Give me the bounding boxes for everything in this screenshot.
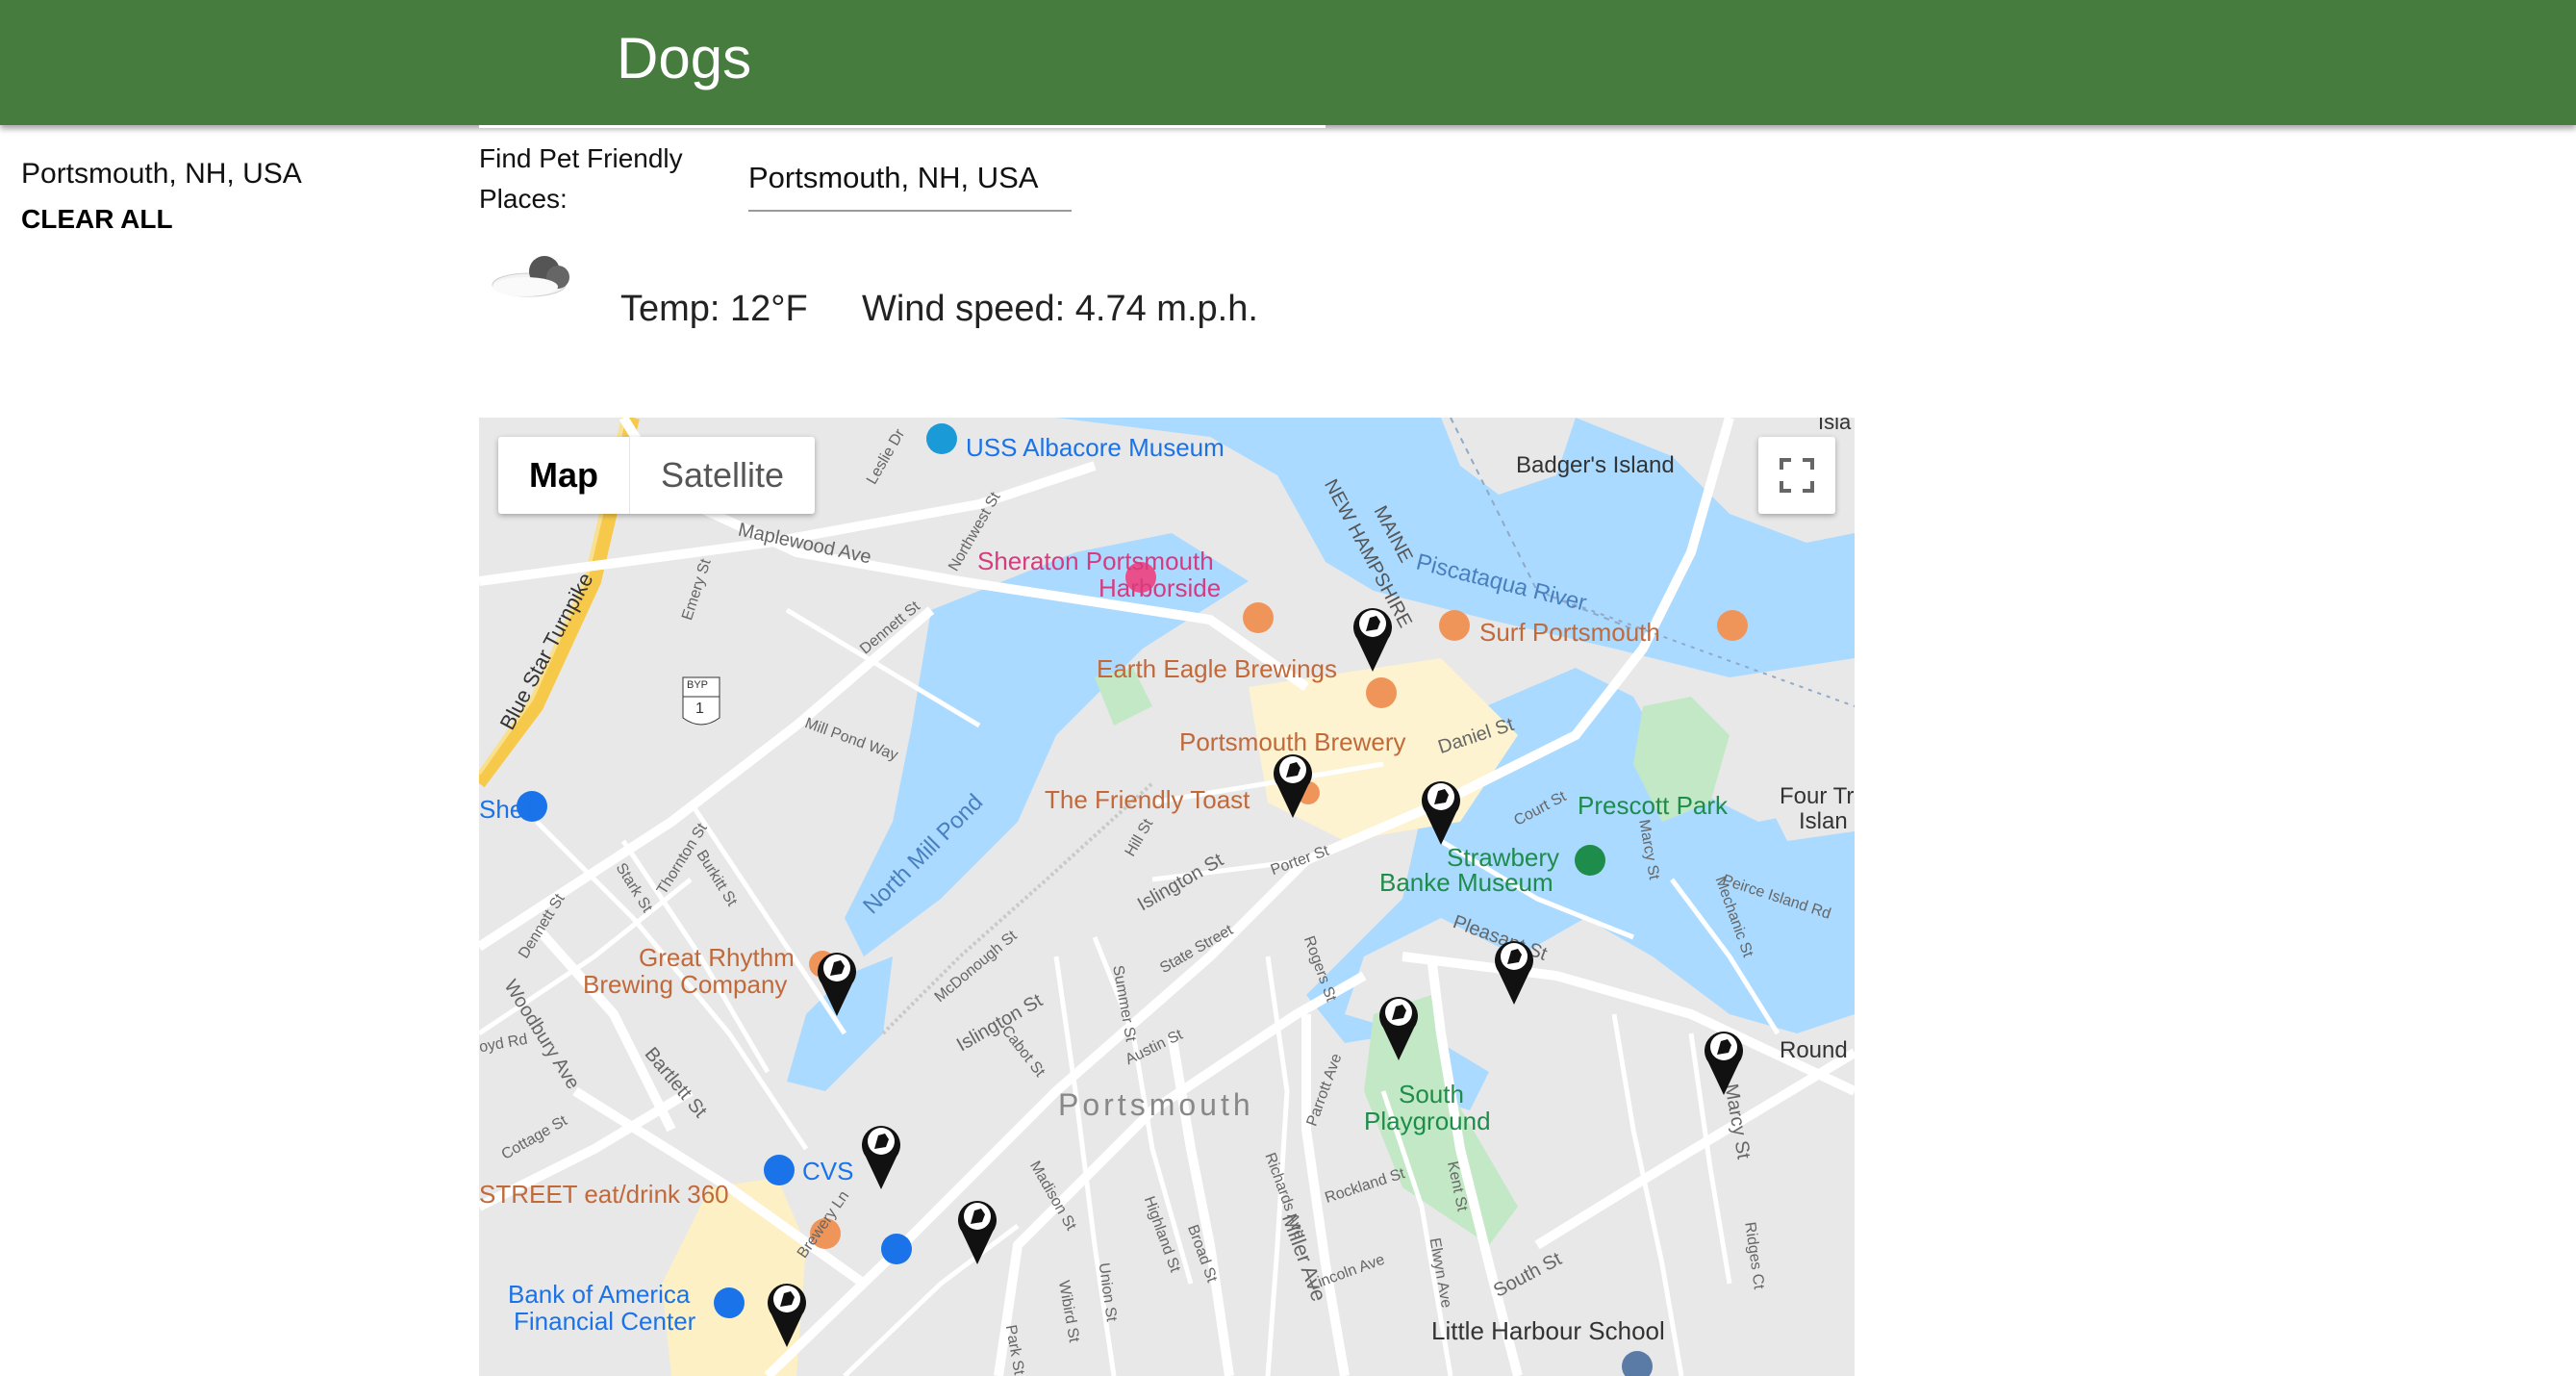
- clear-all-button[interactable]: CLEAR ALL: [21, 204, 302, 235]
- search-label: Find Pet Friendly Places:: [479, 143, 683, 214]
- poi-shell[interactable]: Shell: [479, 795, 535, 825]
- poi-south-playground-2[interactable]: Playground: [1364, 1107, 1491, 1136]
- sidebar: Portsmouth, NH, USA CLEAR ALL: [21, 158, 302, 235]
- label-byp: BYP: [687, 679, 709, 691]
- label-four-tree-1: Four Tr: [1780, 783, 1855, 809]
- poi-strawbery-2[interactable]: Banke Museum: [1379, 868, 1553, 898]
- poi-cvs[interactable]: CVS: [802, 1157, 853, 1186]
- dog-place-pin[interactable]: [1491, 933, 1537, 1007]
- dog-place-pin[interactable]: [814, 945, 860, 1018]
- temperature-text: Temp: 12°F: [620, 289, 808, 329]
- dog-place-pin[interactable]: [1376, 989, 1422, 1062]
- poi-street-eat[interactable]: STREET eat/drink 360: [479, 1180, 729, 1210]
- poi-sheraton-1[interactable]: Sheraton Portsmouth: [977, 547, 1214, 576]
- label-badgers-island: Badger's Island: [1516, 452, 1675, 478]
- poi-earth-eagle-brewings[interactable]: Earth Eagle Brewings: [1097, 654, 1337, 684]
- location-search-input[interactable]: [748, 146, 1072, 212]
- poi-boa-2[interactable]: Financial Center: [514, 1307, 695, 1337]
- app-header: Dogs: [0, 0, 2576, 125]
- dog-place-pin[interactable]: [1418, 774, 1464, 847]
- dog-place-pin[interactable]: [1350, 600, 1396, 674]
- wind-speed-text: Wind speed: 4.74 m.p.h.: [862, 289, 1258, 329]
- selected-location: Portsmouth, NH, USA: [21, 158, 302, 190]
- fullscreen-icon: [1780, 458, 1814, 493]
- map-type-control: Map Satellite: [498, 437, 816, 514]
- label-four-tree-2: Islan: [1799, 808, 1848, 834]
- label-isla: Isla: [1818, 418, 1852, 434]
- dog-place-pin[interactable]: [858, 1118, 904, 1191]
- fullscreen-button[interactable]: [1758, 437, 1835, 514]
- poi-boa-1[interactable]: Bank of America: [508, 1280, 690, 1310]
- label-portsmouth: Portsmouth: [1058, 1087, 1254, 1122]
- map-type-satellite-button[interactable]: Satellite: [630, 437, 815, 514]
- label-round: Round: [1780, 1037, 1848, 1063]
- poi-uss-albacore-museum[interactable]: USS Albacore Museum: [966, 433, 1225, 463]
- poi-sheraton-2[interactable]: Harborside: [1099, 573, 1221, 603]
- map-type-map-button[interactable]: Map: [498, 437, 630, 514]
- label-route-1: 1: [695, 701, 704, 717]
- map-view[interactable]: USS Albacore Museum Badger's Island Isla…: [479, 418, 1855, 1376]
- poi-surf-portsmouth[interactable]: Surf Portsmouth: [1479, 618, 1660, 648]
- dog-place-pin[interactable]: [1701, 1024, 1747, 1097]
- search-bar-divider: [479, 125, 1326, 128]
- poi-little-harbour-school[interactable]: Little Harbour School: [1431, 1316, 1665, 1346]
- poi-south-playground-1[interactable]: South: [1399, 1080, 1464, 1109]
- dog-place-pin[interactable]: [954, 1193, 1000, 1266]
- dog-place-pin[interactable]: [764, 1276, 810, 1349]
- page-title: Dogs: [617, 26, 752, 90]
- poi-great-rhythm-2[interactable]: Brewing Company: [583, 970, 787, 1000]
- cloud-icon: [492, 256, 569, 297]
- poi-friendly-toast[interactable]: The Friendly Toast: [1045, 785, 1250, 815]
- dog-place-pin[interactable]: [1270, 747, 1316, 820]
- poi-great-rhythm-1[interactable]: Great Rhythm: [639, 943, 795, 973]
- poi-prescott-park[interactable]: Prescott Park: [1578, 791, 1728, 821]
